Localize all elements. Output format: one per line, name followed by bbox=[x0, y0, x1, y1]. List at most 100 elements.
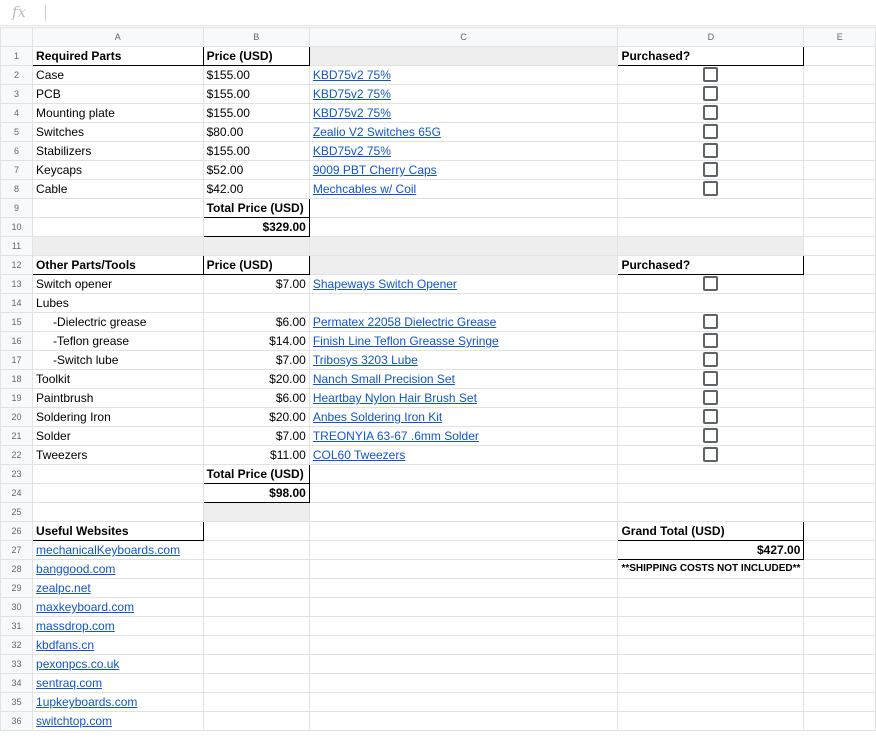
empty-cell[interactable] bbox=[32, 502, 204, 522]
website-link[interactable]: massdrop.com bbox=[32, 616, 204, 636]
purchased-cell[interactable] bbox=[617, 426, 805, 446]
part-link[interactable]: 9009 PBT Cherry Caps bbox=[308, 160, 619, 180]
empty-cell[interactable] bbox=[803, 711, 876, 731]
empty-cell[interactable] bbox=[803, 654, 876, 674]
shipping-note[interactable]: **SHIPPING COSTS NOT INCLUDED** bbox=[617, 559, 805, 579]
purchased-cell[interactable] bbox=[617, 141, 805, 161]
part-name[interactable]: Soldering Iron bbox=[32, 407, 204, 427]
row-header[interactable]: 5 bbox=[0, 122, 34, 142]
empty-cell[interactable] bbox=[803, 160, 876, 180]
cell-b1-header[interactable]: Price (USD) bbox=[202, 46, 310, 66]
empty-cell[interactable] bbox=[803, 483, 876, 503]
part-price[interactable]: $52.00 bbox=[202, 160, 310, 180]
cell-c1[interactable] bbox=[308, 46, 619, 66]
total-price-value[interactable]: $98.00 bbox=[202, 483, 310, 503]
row-header[interactable]: 16 bbox=[0, 331, 34, 351]
row-header[interactable]: 24 bbox=[0, 483, 34, 503]
row-header[interactable]: 34 bbox=[0, 673, 34, 693]
row-header[interactable]: 13 bbox=[0, 274, 34, 294]
purchased-cell[interactable] bbox=[617, 274, 805, 294]
total-price-label[interactable]: Total Price (USD) bbox=[202, 198, 310, 218]
empty-cell[interactable] bbox=[202, 654, 310, 674]
empty-cell[interactable] bbox=[308, 293, 619, 313]
empty-cell[interactable] bbox=[617, 578, 805, 598]
empty-cell[interactable] bbox=[202, 692, 310, 712]
part-price[interactable]: $14.00 bbox=[202, 331, 310, 351]
part-price[interactable]: $155.00 bbox=[202, 141, 310, 161]
select-all-corner[interactable] bbox=[0, 27, 34, 47]
empty-cell[interactable] bbox=[617, 692, 805, 712]
part-name[interactable]: Stabilizers bbox=[32, 141, 204, 161]
column-header-e[interactable]: E bbox=[803, 27, 876, 47]
empty-cell[interactable] bbox=[803, 388, 876, 408]
part-link[interactable]: COL60 Tweezers bbox=[308, 445, 619, 465]
purchased-cell[interactable] bbox=[617, 103, 805, 123]
empty-cell[interactable] bbox=[202, 559, 310, 579]
purchased-cell[interactable] bbox=[617, 312, 805, 332]
checkbox[interactable] bbox=[703, 105, 719, 121]
column-header-a[interactable]: A bbox=[32, 27, 204, 47]
purchased-cell[interactable] bbox=[617, 350, 805, 370]
empty-cell[interactable] bbox=[803, 255, 876, 275]
row-header[interactable]: 4 bbox=[0, 103, 34, 123]
empty-cell[interactable] bbox=[32, 217, 204, 237]
website-link[interactable]: sentraq.com bbox=[32, 673, 204, 693]
empty-cell[interactable] bbox=[803, 521, 876, 541]
row-header[interactable]: 7 bbox=[0, 160, 34, 180]
empty-cell[interactable] bbox=[308, 616, 619, 636]
part-name[interactable]: Cable bbox=[32, 179, 204, 199]
part-link[interactable]: KBD75v2 75% bbox=[308, 103, 619, 123]
empty-cell[interactable] bbox=[308, 464, 619, 484]
empty-cell[interactable] bbox=[308, 540, 619, 560]
empty-cell[interactable] bbox=[32, 483, 204, 503]
purchased-cell[interactable] bbox=[617, 445, 805, 465]
empty-cell[interactable] bbox=[202, 616, 310, 636]
grand-total-value[interactable]: $427.00 bbox=[617, 540, 805, 560]
purchased-cell[interactable] bbox=[617, 369, 805, 389]
empty-cell[interactable] bbox=[308, 711, 619, 731]
empty-cell[interactable] bbox=[803, 179, 876, 199]
column-header-c[interactable]: C bbox=[308, 27, 619, 47]
empty-cell[interactable] bbox=[617, 483, 805, 503]
column-header-b[interactable]: B bbox=[202, 27, 310, 47]
row-header[interactable]: 26 bbox=[0, 521, 34, 541]
part-name[interactable]: Switch opener bbox=[32, 274, 204, 294]
part-name[interactable]: Mounting plate bbox=[32, 103, 204, 123]
purchased-cell[interactable] bbox=[617, 331, 805, 351]
checkbox[interactable] bbox=[703, 162, 719, 178]
column-header-d[interactable]: D bbox=[617, 27, 805, 47]
cell-a1-header[interactable]: Required Parts bbox=[32, 46, 204, 66]
empty-cell[interactable] bbox=[803, 217, 876, 237]
cell-e1[interactable] bbox=[803, 46, 876, 66]
part-name[interactable]: Keycaps bbox=[32, 160, 204, 180]
website-link[interactable]: 1upkeyboards.com bbox=[32, 692, 204, 712]
empty-cell[interactable] bbox=[617, 198, 805, 218]
empty-cell[interactable] bbox=[308, 236, 619, 256]
part-link[interactable]: Anbes Soldering Iron Kit bbox=[308, 407, 619, 427]
empty-cell[interactable] bbox=[202, 521, 310, 541]
website-link[interactable]: pexonpcs.co.uk bbox=[32, 654, 204, 674]
empty-cell[interactable] bbox=[202, 236, 310, 256]
useful-websites-header[interactable]: Useful Websites bbox=[32, 521, 204, 541]
row-header[interactable]: 18 bbox=[0, 369, 34, 389]
part-price[interactable]: $7.00 bbox=[202, 274, 310, 294]
empty-cell[interactable] bbox=[803, 502, 876, 522]
empty-cell[interactable] bbox=[308, 578, 619, 598]
empty-cell[interactable] bbox=[803, 635, 876, 655]
purchased-cell[interactable] bbox=[617, 160, 805, 180]
empty-cell[interactable] bbox=[617, 597, 805, 617]
empty-cell[interactable] bbox=[803, 559, 876, 579]
row-header[interactable]: 22 bbox=[0, 445, 34, 465]
empty-cell[interactable] bbox=[617, 502, 805, 522]
checkbox[interactable] bbox=[703, 409, 719, 425]
purchased-cell[interactable] bbox=[617, 179, 805, 199]
website-link[interactable]: mechanicalKeyboards.com bbox=[32, 540, 204, 560]
empty-cell[interactable] bbox=[32, 198, 204, 218]
row-header[interactable]: 25 bbox=[0, 502, 34, 522]
part-link[interactable]: Finish Line Teflon Greasse Syringe bbox=[308, 331, 619, 351]
empty-cell[interactable] bbox=[202, 578, 310, 598]
part-link[interactable]: Heartbay Nylon Hair Brush Set bbox=[308, 388, 619, 408]
empty-cell[interactable] bbox=[803, 312, 876, 332]
checkbox[interactable] bbox=[703, 67, 719, 83]
empty-cell[interactable] bbox=[803, 236, 876, 256]
